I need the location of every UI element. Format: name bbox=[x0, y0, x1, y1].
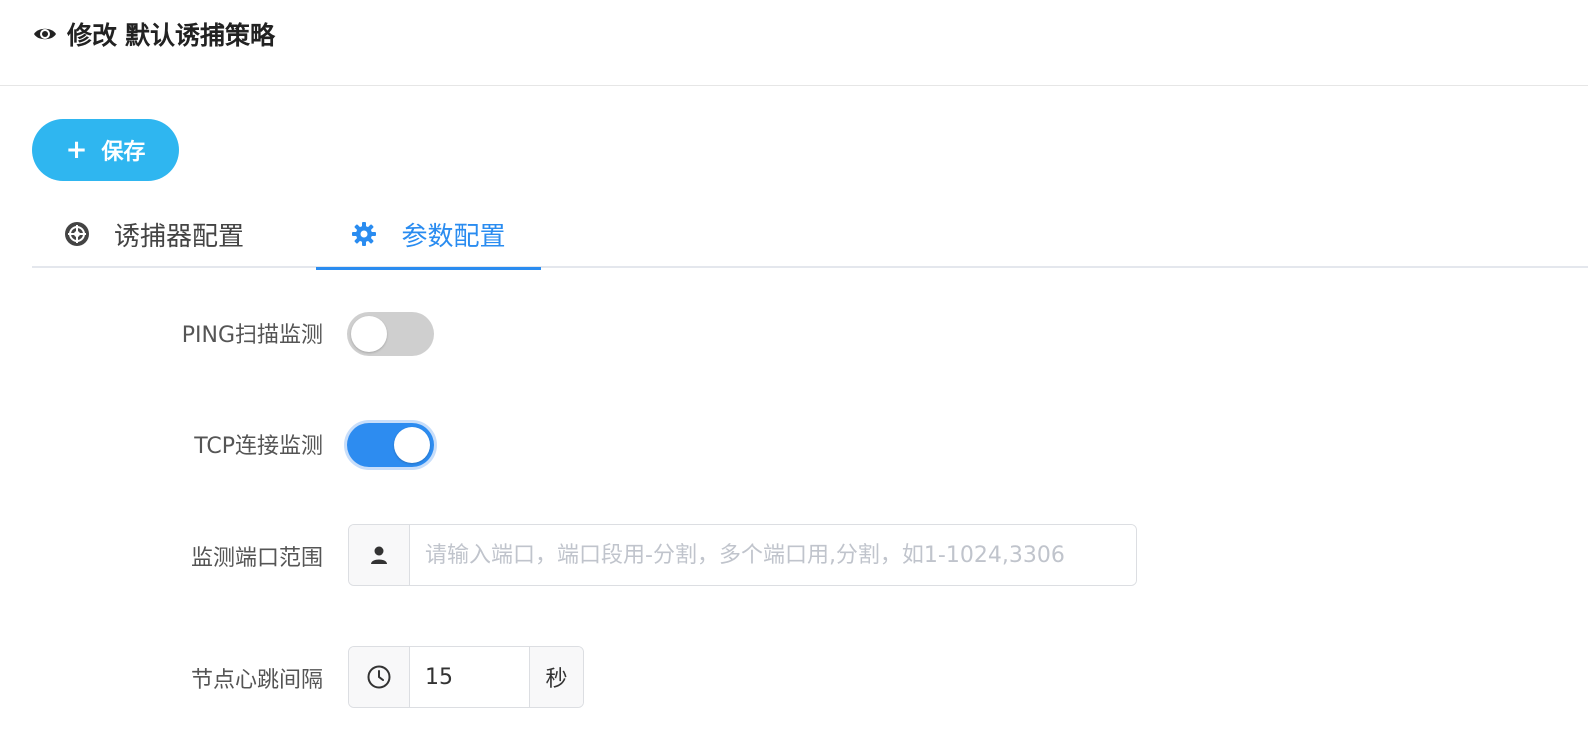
page-header: 修改 默认诱捕策略 bbox=[0, 0, 1588, 86]
target-icon bbox=[64, 221, 90, 247]
toggle-knob bbox=[351, 316, 387, 352]
heartbeat-unit: 秒 bbox=[529, 647, 583, 707]
tab-trap-config-label: 诱捕器配置 bbox=[114, 221, 245, 252]
tab-bar: 诱捕器配置 参数配置 bbox=[32, 200, 1588, 270]
heartbeat-interval-group: 秒 bbox=[348, 646, 584, 708]
tab-param-config-label: 参数配置 bbox=[401, 221, 506, 252]
eye-icon bbox=[33, 22, 57, 46]
user-icon bbox=[349, 525, 410, 585]
tab-trap-config[interactable]: 诱捕器配置 bbox=[64, 200, 244, 268]
page-title-action: 修改 bbox=[67, 21, 118, 50]
tab-param-config[interactable]: 参数配置 bbox=[316, 200, 541, 270]
port-range-group bbox=[348, 524, 1137, 586]
ping-scan-label: PING扫描监测 bbox=[181, 323, 323, 348]
plus-icon: + bbox=[65, 135, 88, 165]
tcp-connect-label: TCP连接监测 bbox=[194, 434, 323, 459]
tcp-connect-toggle[interactable] bbox=[347, 423, 434, 467]
gear-icon bbox=[351, 221, 377, 247]
toggle-knob bbox=[394, 427, 430, 463]
clock-icon bbox=[349, 647, 410, 707]
save-button-label: 保存 bbox=[101, 140, 146, 165]
port-range-label: 监测端口范围 bbox=[190, 546, 323, 571]
save-button[interactable]: + 保存 bbox=[32, 119, 179, 181]
page-title: 修改 默认诱捕策略 bbox=[33, 18, 275, 50]
ping-scan-toggle[interactable] bbox=[347, 312, 434, 356]
page-title-text: 默认诱捕策略 bbox=[125, 21, 276, 50]
heartbeat-interval-input[interactable] bbox=[410, 647, 529, 707]
heartbeat-interval-label: 节点心跳间隔 bbox=[190, 668, 323, 693]
port-range-input[interactable] bbox=[410, 525, 1136, 585]
